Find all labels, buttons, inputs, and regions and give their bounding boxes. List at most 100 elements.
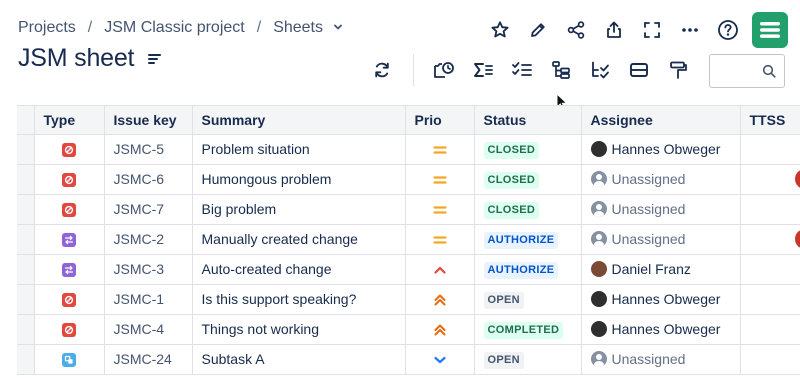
table-row[interactable]: JSMC-6 Humongous problem CLOSED Unassigned -… bbox=[17, 164, 800, 195]
issue-key-link[interactable]: JSMC-6 bbox=[114, 171, 165, 187]
ttss-cell[interactable]: -1 bbox=[740, 224, 800, 255]
column-header-issue-key[interactable]: Issue key bbox=[104, 106, 193, 135]
column-header-type[interactable]: Type bbox=[34, 106, 105, 135]
ttss-cell[interactable] bbox=[740, 344, 800, 375]
edit-icon[interactable] bbox=[522, 14, 554, 46]
table-row[interactable]: JSMC-5 Problem situation CLOSED Hannes Obwe… bbox=[17, 134, 800, 165]
hierarchy-icon[interactable] bbox=[545, 54, 577, 86]
share-icon[interactable] bbox=[560, 14, 592, 46]
priority-cell[interactable] bbox=[405, 314, 475, 345]
priority-cell[interactable] bbox=[405, 194, 475, 225]
column-header-prio[interactable]: Prio bbox=[405, 106, 475, 135]
issue-key-link[interactable]: JSMC-3 bbox=[114, 261, 165, 277]
assignee-cell[interactable]: Unassigned bbox=[581, 344, 741, 375]
issue-key-cell[interactable]: JSMC-6 bbox=[104, 164, 193, 195]
breadcrumb-project[interactable]: JSM Classic project bbox=[104, 19, 244, 37]
column-header-status[interactable]: Status bbox=[474, 106, 582, 135]
issue-key-link[interactable]: JSMC-7 bbox=[114, 201, 165, 217]
status-cell[interactable]: CLOSED bbox=[474, 134, 582, 165]
summary-cell[interactable]: Subtask A bbox=[192, 344, 406, 375]
summary-cell[interactable]: Humongous problem bbox=[192, 164, 406, 195]
format-paint-icon[interactable] bbox=[662, 54, 694, 86]
assignee-cell[interactable]: Hannes Obweger bbox=[581, 314, 741, 345]
priority-cell[interactable] bbox=[405, 134, 475, 165]
row-handle[interactable] bbox=[17, 224, 35, 255]
status-cell[interactable]: AUTHORIZE bbox=[474, 254, 582, 285]
table-row[interactable]: JSMC-24 Subtask A OPEN Unassigned bbox=[17, 344, 800, 375]
issue-key-cell[interactable]: JSMC-24 bbox=[104, 344, 193, 375]
ttss-cell[interactable]: - bbox=[740, 194, 800, 225]
summary-cell[interactable]: Big problem bbox=[192, 194, 406, 225]
issue-key-link[interactable]: JSMC-2 bbox=[114, 231, 165, 247]
summary-cell[interactable]: Problem situation bbox=[192, 134, 406, 165]
more-icon[interactable] bbox=[674, 14, 706, 46]
ttss-cell[interactable]: -1 bbox=[740, 164, 800, 195]
row-handle[interactable] bbox=[17, 254, 35, 285]
ttss-cell[interactable] bbox=[740, 314, 800, 345]
assignee-cell[interactable]: Unassigned bbox=[581, 164, 741, 195]
summary-cell[interactable]: Manually created change bbox=[192, 224, 406, 255]
assignee-cell[interactable]: Daniel Franz bbox=[581, 254, 741, 285]
table-row[interactable]: JSMC-2 Manually created change AUTHORIZE Un… bbox=[17, 224, 800, 255]
issue-key-cell[interactable]: JSMC-2 bbox=[104, 224, 193, 255]
status-cell[interactable]: AUTHORIZE bbox=[474, 224, 582, 255]
issue-key-cell[interactable]: JSMC-4 bbox=[104, 314, 193, 345]
table-row[interactable]: JSMC-1 Is this support speaking? OPEN Hanne… bbox=[17, 284, 800, 315]
status-cell[interactable]: OPEN bbox=[474, 284, 582, 315]
summary-cell[interactable]: Is this support speaking? bbox=[192, 284, 406, 315]
status-cell[interactable]: COMPLETED bbox=[474, 314, 582, 345]
issue-key-cell[interactable]: JSMC-5 bbox=[104, 134, 193, 165]
row-handle[interactable] bbox=[17, 284, 35, 315]
breadcrumb-sheets[interactable]: Sheets bbox=[273, 19, 343, 37]
help-icon[interactable] bbox=[712, 14, 744, 46]
status-cell[interactable]: CLOSED bbox=[474, 194, 582, 225]
search-input[interactable] bbox=[709, 54, 785, 88]
checklist-icon[interactable] bbox=[506, 54, 538, 86]
issue-key-link[interactable]: JSMC-5 bbox=[114, 141, 165, 157]
star-icon[interactable] bbox=[484, 14, 516, 46]
assignee-cell[interactable]: Unassigned bbox=[581, 194, 741, 225]
app-logo[interactable] bbox=[752, 12, 788, 48]
row-handle[interactable] bbox=[17, 344, 35, 375]
assignee-cell[interactable]: Hannes Obweger bbox=[581, 134, 741, 165]
priority-cell[interactable] bbox=[405, 164, 475, 195]
summary-cell[interactable]: Auto-created change bbox=[192, 254, 406, 285]
summary-cell[interactable]: Things not working bbox=[192, 314, 406, 345]
priority-cell[interactable] bbox=[405, 284, 475, 315]
table-row[interactable]: JSMC-4 Things not working COMPLETED Hannes … bbox=[17, 314, 800, 345]
issue-key-cell[interactable]: JSMC-7 bbox=[104, 194, 193, 225]
save-view-icon[interactable] bbox=[428, 54, 460, 86]
assignee-cell[interactable]: Unassigned bbox=[581, 224, 741, 255]
issue-key-cell[interactable]: JSMC-1 bbox=[104, 284, 193, 315]
row-handle[interactable] bbox=[17, 134, 35, 165]
column-header-ttss[interactable]: TTSS bbox=[740, 106, 800, 135]
export-icon[interactable] bbox=[598, 14, 630, 46]
issue-key-link[interactable]: JSMC-24 bbox=[114, 351, 172, 367]
fullscreen-icon[interactable] bbox=[636, 14, 668, 46]
row-handle[interactable] bbox=[17, 314, 35, 345]
breadcrumb-projects[interactable]: Projects bbox=[18, 19, 76, 37]
column-header-assignee[interactable]: Assignee bbox=[581, 106, 741, 135]
issue-key-link[interactable]: JSMC-4 bbox=[114, 321, 165, 337]
sheet-menu-icon[interactable] bbox=[148, 51, 164, 67]
issue-key-link[interactable]: JSMC-1 bbox=[114, 291, 165, 307]
assignee-cell[interactable]: Hannes Obweger bbox=[581, 284, 741, 315]
row-height-icon[interactable] bbox=[623, 54, 655, 86]
column-header-summary[interactable]: Summary bbox=[192, 106, 406, 135]
ttss-cell[interactable] bbox=[740, 134, 800, 165]
ttss-cell[interactable] bbox=[740, 284, 800, 315]
sum-icon[interactable] bbox=[467, 54, 499, 86]
row-handle[interactable] bbox=[17, 164, 35, 195]
status-cell[interactable]: CLOSED bbox=[474, 164, 582, 195]
ttss-cell[interactable] bbox=[740, 254, 800, 285]
priority-cell[interactable] bbox=[405, 224, 475, 255]
table-row[interactable]: JSMC-7 Big problem CLOSED Unassigned - bbox=[17, 194, 800, 225]
row-handle[interactable] bbox=[17, 194, 35, 225]
sort-icon[interactable] bbox=[584, 54, 616, 86]
table-row[interactable]: JSMC-3 Auto-created change AUTHORIZE Daniel… bbox=[17, 254, 800, 285]
priority-cell[interactable] bbox=[405, 254, 475, 285]
priority-cell[interactable] bbox=[405, 344, 475, 375]
refresh-icon[interactable] bbox=[366, 54, 398, 86]
issue-key-cell[interactable]: JSMC-3 bbox=[104, 254, 193, 285]
status-cell[interactable]: OPEN bbox=[474, 344, 582, 375]
